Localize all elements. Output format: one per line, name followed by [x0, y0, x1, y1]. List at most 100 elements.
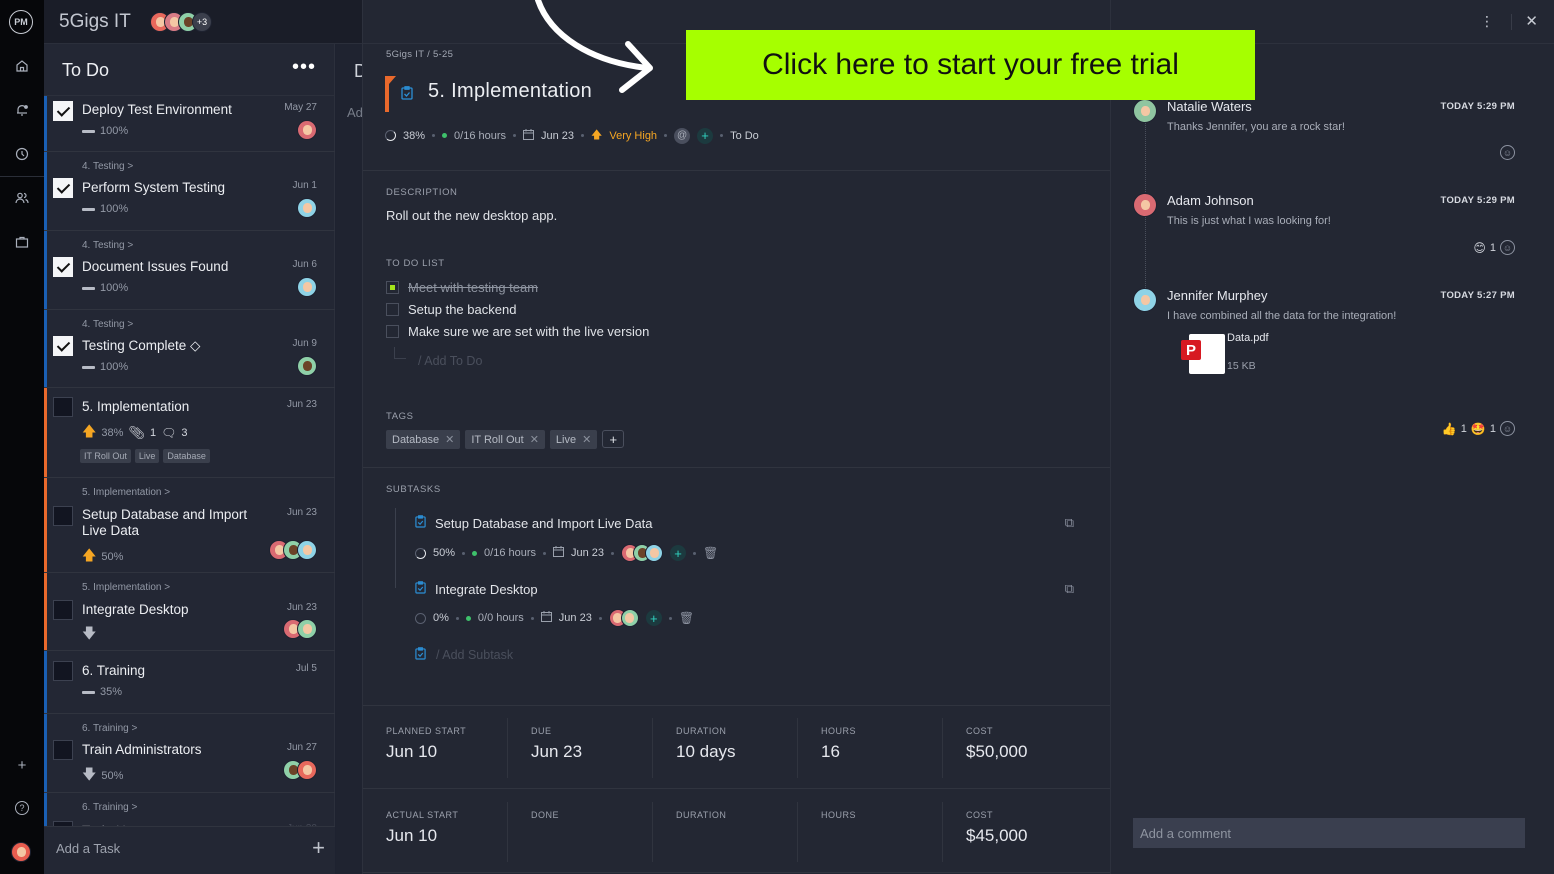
stat-actual-hours[interactable]: HOURS	[798, 802, 943, 862]
remove-tag-icon[interactable]: ✕	[445, 433, 454, 446]
task-due-date[interactable]: Jun 23	[541, 130, 574, 142]
task-hours[interactable]: 0/16 hours	[454, 130, 506, 142]
subtask-progress[interactable]: 50%	[433, 547, 455, 559]
task-description[interactable]: Roll out the new desktop app.	[386, 208, 557, 223]
stat-done[interactable]: DONE	[508, 802, 653, 862]
add-task-label[interactable]: Add a Task	[56, 841, 120, 856]
task-progress[interactable]: 38%	[403, 130, 425, 142]
open-external-icon[interactable]: ⧉	[1065, 581, 1074, 597]
task-parent[interactable]: 5. Implementation >	[82, 582, 170, 593]
task-card[interactable]: Deploy Test Environment May 27 100%	[44, 96, 335, 152]
stat-planned-start[interactable]: PLANNED START Jun 10	[363, 718, 508, 778]
add-assignee-button[interactable]: +	[645, 610, 662, 626]
task-card-selected[interactable]: 5. Implementation Jun 23 🡅 38% 📎︎ 1 🗨︎ 3…	[44, 388, 335, 478]
next-column-add[interactable]: Ad	[347, 105, 363, 120]
logo[interactable]: PM	[9, 10, 33, 34]
task-checkbox[interactable]	[53, 600, 73, 620]
add-task-row[interactable]: Add a Task +	[44, 826, 335, 874]
task-card[interactable]: 4. Testing > Testing Complete ◇ Jun 9 10…	[44, 310, 335, 388]
project-name[interactable]: 5Gigs IT	[59, 11, 131, 33]
add-reaction-icon[interactable]: ☺	[1500, 421, 1515, 436]
stat-actual-duration[interactable]: DURATION	[653, 802, 798, 862]
task-checkbox[interactable]	[53, 257, 73, 277]
subtask-assignees[interactable]	[621, 544, 664, 562]
trash-icon[interactable]: 🗑︎	[703, 546, 718, 560]
add-task-plus-icon[interactable]: +	[312, 835, 325, 861]
stat-actual-cost[interactable]: COST $45,000	[943, 802, 1088, 862]
clock-icon[interactable]	[12, 144, 32, 164]
home-icon[interactable]	[12, 56, 32, 76]
more-vertical-icon[interactable]: ⋮	[1480, 13, 1494, 30]
add-reaction-icon[interactable]: ☺	[1500, 240, 1515, 255]
stat-duration[interactable]: DURATION 10 days	[653, 718, 798, 778]
close-icon[interactable]: ✕	[1525, 12, 1538, 30]
task-parent[interactable]: 4. Testing >	[82, 161, 133, 172]
tag[interactable]: Database ✕	[386, 430, 461, 449]
task-card[interactable]: 6. Training > Train Administrators Jun 2…	[44, 714, 335, 793]
task-checkbox[interactable]	[53, 336, 73, 356]
pdf-attachment[interactable]: P	[1181, 334, 1225, 374]
briefcase-icon[interactable]	[12, 232, 32, 252]
todo-checkbox[interactable]	[386, 281, 399, 294]
task-checkbox[interactable]	[53, 397, 73, 417]
comment-input[interactable]	[1133, 818, 1525, 848]
open-external-icon[interactable]: ⧉	[1065, 515, 1074, 531]
todo-text[interactable]: Make sure we are set with the live versi…	[408, 324, 649, 339]
attachment-name[interactable]: Data.pdf	[1227, 332, 1269, 344]
todo-checkbox[interactable]	[386, 325, 399, 338]
remove-tag-icon[interactable]: ✕	[582, 433, 591, 446]
subtask-title[interactable]: Integrate Desktop	[435, 582, 538, 597]
tag[interactable]: IT Roll Out ✕	[465, 430, 545, 449]
tag[interactable]: Live ✕	[549, 430, 598, 449]
add-assignee-button[interactable]: +	[697, 127, 714, 144]
task-card[interactable]: 6. Training Jul 5 35%	[44, 651, 335, 714]
todo-checkbox[interactable]	[386, 303, 399, 316]
breadcrumb[interactable]: 5Gigs IT / 5-25	[386, 49, 453, 60]
subtask-title[interactable]: Setup Database and Import Live Data	[435, 516, 653, 531]
members-more[interactable]: +3	[192, 12, 212, 32]
todo-text[interactable]: Meet with testing team	[408, 280, 538, 295]
subtask-hours[interactable]: 0/0 hours	[478, 612, 524, 624]
task-priority[interactable]: Very High	[609, 130, 657, 142]
star-struck-emoji-icon[interactable]: 🤩	[1471, 422, 1486, 436]
task-checkbox[interactable]	[53, 178, 73, 198]
add-reaction-icon[interactable]: ☺	[1500, 145, 1515, 160]
free-trial-cta-button[interactable]: Click here to start your free trial	[686, 30, 1255, 100]
task-checkbox[interactable]	[53, 101, 73, 121]
task-checkbox[interactable]	[53, 740, 73, 760]
task-parent[interactable]: 6. Training >	[82, 802, 137, 813]
task-card[interactable]: 4. Testing > Perform System Testing Jun …	[44, 152, 335, 231]
task-parent[interactable]: 5. Implementation >	[82, 487, 170, 498]
add-icon[interactable]: +	[12, 755, 32, 775]
user-avatar[interactable]	[11, 842, 31, 862]
task-checkbox[interactable]	[53, 661, 73, 681]
column-more-button[interactable]: •••	[292, 56, 316, 79]
task-card[interactable]: 4. Testing > Document Issues Found Jun 6…	[44, 231, 335, 310]
task-parent[interactable]: 4. Testing >	[82, 240, 133, 251]
subtask-due-date[interactable]: Jun 23	[571, 547, 604, 559]
stat-due[interactable]: DUE Jun 23	[508, 718, 653, 778]
subtask-assignees[interactable]	[608, 609, 639, 627]
stat-actual-start[interactable]: ACTUAL START Jun 10	[363, 802, 508, 862]
task-card[interactable]: 5. Implementation > Setup Database and I…	[44, 478, 335, 573]
unassigned-user-icon[interactable]: @	[674, 127, 691, 144]
add-assignee-button[interactable]: +	[670, 545, 687, 561]
stat-hours[interactable]: HOURS 16	[798, 718, 943, 778]
subtask-due-date[interactable]: Jun 23	[559, 612, 592, 624]
blush-emoji-icon[interactable]: 😊	[1473, 241, 1486, 255]
add-subtask-input[interactable]: / Add Subtask	[436, 648, 513, 662]
stat-cost[interactable]: COST $50,000	[943, 718, 1088, 778]
add-tag-button[interactable]: +	[602, 430, 625, 448]
task-parent[interactable]: 6. Training >	[82, 723, 137, 734]
task-card[interactable]: 5. Implementation > Integrate Desktop Ju…	[44, 573, 335, 651]
add-todo-input[interactable]: / Add To Do	[418, 354, 482, 368]
subtask-progress[interactable]: 0%	[433, 612, 449, 624]
add-subtask-row[interactable]: / Add Subtask	[415, 647, 513, 663]
users-icon[interactable]	[12, 188, 32, 208]
remove-tag-icon[interactable]: ✕	[530, 433, 539, 446]
project-members[interactable]: +3	[150, 12, 212, 32]
task-checkbox[interactable]	[53, 506, 73, 526]
help-icon[interactable]: ?	[12, 798, 32, 818]
trash-icon[interactable]: 🗑︎	[679, 611, 694, 625]
task-parent[interactable]: 4. Testing >	[82, 319, 133, 330]
